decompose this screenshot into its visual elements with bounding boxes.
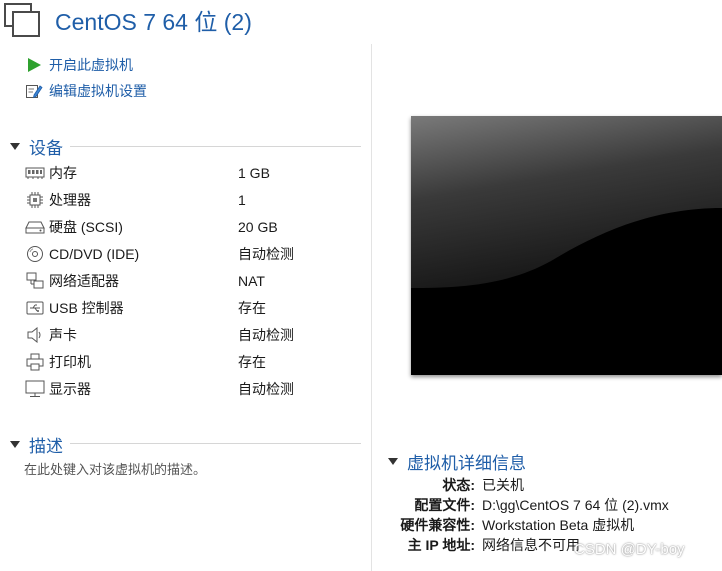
watermark: CSDN @DY-boy [574,541,685,558]
vm-details-section-header[interactable]: 虚拟机详细信息 [388,449,722,473]
detail-key: 配置文件: [414,497,475,513]
device-value: 自动检测 [238,327,294,343]
sound-card-icon [25,326,45,344]
virtual-machine-icon [4,3,40,37]
edit-vm-settings-link[interactable]: 编辑虚拟机设置 [25,80,147,102]
network-adapter-icon [25,272,45,290]
usb-icon [25,299,45,317]
device-row-network-adapter[interactable]: 网络适配器 NAT [25,269,365,293]
collapse-triangle-icon [388,457,398,465]
device-row-cd-dvd[interactable]: CD/DVD (IDE) 自动检测 [25,242,365,266]
device-value: 存在 [238,354,266,370]
device-name: 显示器 [49,381,91,397]
device-row-hard-disk[interactable]: 硬盘 (SCSI) 20 GB [25,215,365,239]
description-section-header[interactable]: 描述 [10,432,362,456]
detail-value: 已关机 [482,477,524,493]
vm-header: CentOS 7 64 位 (2) [0,0,722,44]
devices-header-line [70,146,361,147]
description-header-line [70,443,361,444]
device-row-sound-card[interactable]: 声卡 自动检测 [25,323,365,347]
power-on-vm-label: 开启此虚拟机 [49,57,133,73]
display-icon [25,380,45,398]
vm-screen-preview[interactable] [411,116,722,375]
device-name: 打印机 [49,354,91,370]
device-row-memory[interactable]: 内存 1 GB [25,161,365,185]
edit-vm-settings-label: 编辑虚拟机设置 [49,83,147,99]
device-row-printer[interactable]: 打印机 存在 [25,350,365,374]
pane-divider [371,44,372,571]
device-value: 存在 [238,300,266,316]
detail-row-status: 状态: 已关机 [380,475,722,495]
device-name: 硬盘 (SCSI) [49,219,123,235]
detail-key: 硬件兼容性: [400,517,475,533]
description-input[interactable]: 在此处键入对该虚拟机的描述。 [24,459,206,478]
device-row-display[interactable]: 显示器 自动检测 [25,377,365,401]
detail-value: 网络信息不可用 [482,537,580,553]
cd-dvd-icon [25,245,45,263]
detail-key: 主 IP 地址: [407,537,475,553]
device-name: 声卡 [49,327,77,343]
device-name: 内存 [49,165,77,181]
device-name: USB 控制器 [49,300,124,316]
device-value: 1 GB [238,165,270,181]
printer-icon [25,353,45,371]
detail-row-config-file: 配置文件: D:\gg\CentOS 7 64 位 (2).vmx [380,495,722,515]
hard-disk-icon [25,218,45,236]
vm-title: CentOS 7 64 位 (2) [55,9,252,35]
device-name: CD/DVD (IDE) [49,246,140,262]
device-name: 网络适配器 [49,273,119,289]
play-icon [25,56,43,74]
vm-preview-thumbnail [411,116,722,375]
memory-icon [25,164,45,182]
device-value: 20 GB [238,219,278,235]
device-row-usb-controller[interactable]: USB 控制器 存在 [25,296,365,320]
processor-icon [25,191,45,209]
device-name: 处理器 [49,192,91,208]
device-value: 1 [238,192,246,208]
detail-value: D:\gg\CentOS 7 64 位 (2).vmx [482,497,669,513]
device-value: 自动检测 [238,381,294,397]
device-row-processor[interactable]: 处理器 1 [25,188,365,212]
collapse-triangle-icon [10,440,20,448]
detail-row-hardware-compat: 硬件兼容性: Workstation Beta 虚拟机 [380,515,722,535]
collapse-triangle-icon [10,142,20,150]
device-value: 自动检测 [238,246,294,262]
detail-key: 状态: [442,477,475,493]
detail-value: Workstation Beta 虚拟机 [482,517,635,533]
edit-settings-icon [25,82,43,100]
device-value: NAT [238,273,265,289]
power-on-vm-link[interactable]: 开启此虚拟机 [25,54,133,76]
